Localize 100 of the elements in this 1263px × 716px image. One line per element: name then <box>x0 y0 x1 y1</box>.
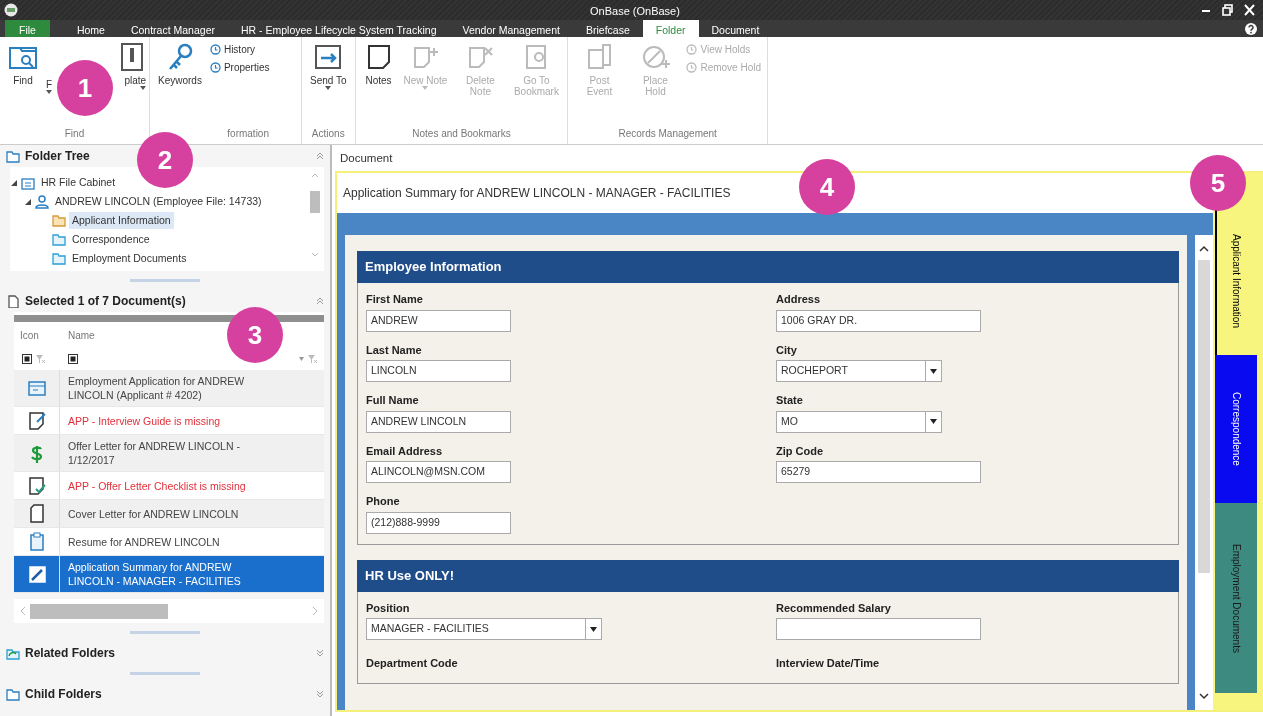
tree-item[interactable]: Correspondence <box>69 230 153 249</box>
field-label: Phone <box>366 494 401 509</box>
ribbon-tab[interactable]: HR - Employee Lifecycle System Tracking <box>228 20 450 37</box>
splitter-handle[interactable] <box>130 279 200 282</box>
input-field[interactable]: ANDREW LINCOLN <box>366 410 511 433</box>
ribbon-button[interactable]: Keywords <box>154 39 206 126</box>
document-row[interactable]: Application Summary for ANDREW LINCOLN - MANAGER - FACILITIES <box>14 556 324 593</box>
small-glyph-icon <box>209 62 221 73</box>
ribbon-tab[interactable]: Contract Manager <box>117 20 228 37</box>
input-field[interactable]: 65279 <box>776 461 981 483</box>
person-icon <box>35 194 49 209</box>
close-icon[interactable] <box>1244 4 1255 16</box>
collapse-icon[interactable] <box>316 297 324 305</box>
file-menu-tab[interactable]: File <box>5 20 50 37</box>
ribbon-group-label: formation <box>226 127 270 141</box>
dropdown-field[interactable]: ROCHEPORT <box>776 360 942 382</box>
panel-title: Related Folders <box>25 645 116 662</box>
small-glyph-icon <box>209 44 221 55</box>
scroll-left-icon[interactable] <box>20 606 26 616</box>
caret-icon[interactable] <box>299 357 304 361</box>
tree-item[interactable]: Employment Documents <box>69 249 190 268</box>
expander-icon[interactable] <box>24 197 32 206</box>
caret-icon <box>140 85 147 90</box>
ribbon-tab[interactable]: Folder <box>642 20 699 37</box>
filter-checkbox-icon[interactable] <box>22 354 32 364</box>
panel-icon <box>6 646 20 660</box>
ribbon-tab[interactable]: Briefcase <box>572 20 643 37</box>
app-logo-icon <box>4 3 18 17</box>
ribbon-small-button[interactable]: Properties <box>207 60 272 75</box>
input-field[interactable]: ALINCOLN@MSN.COM <box>366 461 511 483</box>
expand-icon[interactable] <box>316 690 324 698</box>
panel-title: Child Folders <box>25 686 102 703</box>
pane-title: Document <box>339 151 394 166</box>
ribbon-group-label: Actions <box>310 127 346 141</box>
tree-item[interactable]: Applicant Information <box>69 211 174 230</box>
scroll-down-icon[interactable] <box>1199 693 1209 700</box>
dropdown-field[interactable]: MANAGER - FACILITIES <box>366 618 602 640</box>
dropdown-field[interactable]: MO <box>776 410 942 433</box>
clear-filter-icon[interactable] <box>307 354 318 364</box>
scrollbar-thumb[interactable] <box>1198 260 1210 573</box>
section-header: HR Use ONLY! <box>357 559 1179 592</box>
document-row[interactable]: APP - Offer Letter Checklist is missing <box>14 472 324 500</box>
field-label: Department Code <box>366 655 459 671</box>
column-header[interactable]: Name <box>60 327 95 343</box>
ribbon-group-label: Notes and Bookmarks <box>411 127 512 141</box>
input-field[interactable]: (212)888-9999 <box>366 511 511 534</box>
document-row[interactable]: Offer Letter for ANDREW LINCOLN - 1/12/2017 <box>14 435 324 472</box>
filter-checkbox-icon[interactable] <box>68 354 78 364</box>
splitter-handle[interactable] <box>130 672 200 675</box>
column-header[interactable]: Icon <box>14 327 60 343</box>
field-label: Address <box>776 292 822 307</box>
ribbon-tab[interactable]: Document <box>698 20 773 37</box>
input-field[interactable]: ANDREW <box>366 309 511 332</box>
scroll-right-icon[interactable] <box>312 606 318 616</box>
folder-icon <box>52 213 66 228</box>
input-field[interactable] <box>776 618 981 640</box>
vertical-scrollbar[interactable] <box>1195 235 1213 710</box>
ribbon-button[interactable]: Find <box>4 39 42 126</box>
note-icon <box>26 410 47 431</box>
document-row[interactable]: Employment Application for ANDREW LINCOLN (Applicant # 4202) <box>14 370 324 407</box>
ribbon-small-button[interactable]: History <box>207 42 272 57</box>
field-label: First Name <box>366 292 424 307</box>
field-label: Position <box>366 600 411 616</box>
field-label: Last Name <box>366 342 423 358</box>
scroll-up-icon[interactable] <box>1199 245 1209 252</box>
scrollbar-thumb[interactable] <box>30 603 168 619</box>
ribbon-tab[interactable]: Home <box>63 20 118 37</box>
help-icon[interactable] <box>1245 23 1257 35</box>
field-label: Email Address <box>366 443 443 459</box>
ribbon-button[interactable]: plate <box>116 39 147 126</box>
ribbon-tab[interactable]: Vendor Management <box>449 20 573 37</box>
document-row[interactable]: APP - Interview Guide is missing <box>14 407 324 435</box>
field-label: City <box>776 342 798 358</box>
caret-icon <box>930 368 937 374</box>
ribbon-button[interactable]: Send To <box>306 39 351 126</box>
splitter-handle[interactable] <box>130 631 200 634</box>
caret-icon <box>46 89 53 94</box>
vertical-tab[interactable]: Correspondence <box>1215 355 1257 503</box>
tree-item[interactable]: HR File Cabinet <box>38 173 119 192</box>
window-title: OnBase (OnBase) <box>590 4 680 19</box>
field-label: State <box>776 393 804 408</box>
restore-icon[interactable] <box>1222 4 1233 16</box>
expander-icon[interactable] <box>10 178 18 187</box>
callout-badge: 5 <box>1190 155 1246 211</box>
horizontal-scrollbar[interactable] <box>14 599 324 623</box>
document-row[interactable]: Cover Letter for ANDREW LINCOLN <box>14 500 324 528</box>
ribbon-button[interactable]: Notes <box>359 39 398 126</box>
ribbon-button[interactable]: F <box>44 39 55 126</box>
collapse-icon[interactable] <box>316 152 324 160</box>
expand-icon[interactable] <box>316 649 324 657</box>
tree-item[interactable]: ANDREW LINCOLN (Employee File: 14733) <box>52 192 265 211</box>
input-field[interactable]: LINCOLN <box>366 360 511 382</box>
vertical-tab[interactable]: Employment Documents <box>1215 503 1257 693</box>
field-label: Zip Code <box>776 443 825 459</box>
panel-icon <box>6 294 20 308</box>
input-field[interactable]: 1006 GRAY DR. <box>776 309 981 332</box>
document-row[interactable]: Resume for ANDREW LINCOLN <box>14 528 324 556</box>
field-label: Recommended Salary <box>776 600 892 616</box>
panel-icon <box>6 149 20 163</box>
section-header: Employee Information <box>357 251 1179 283</box>
